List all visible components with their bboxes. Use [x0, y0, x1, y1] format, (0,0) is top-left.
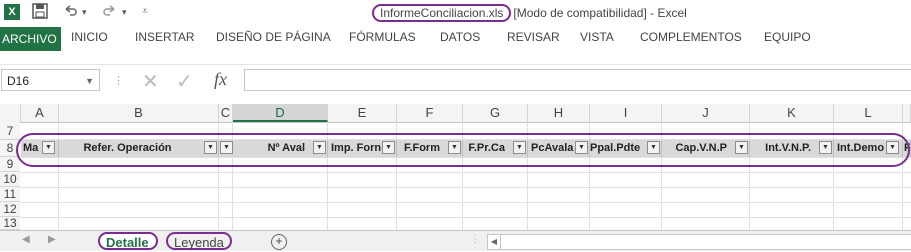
column-header[interactable]: K — [750, 104, 834, 122]
column-header[interactable]: F — [397, 104, 463, 122]
tab-archivo[interactable]: ARCHIVO — [0, 27, 61, 51]
filter-dropdown-icon[interactable]: ▼ — [204, 141, 217, 154]
grid-line — [21, 157, 911, 158]
window-title: InformeConciliacion.xls [Modo de compatib… — [372, 4, 687, 22]
filter-dropdown-icon[interactable]: ▼ — [513, 141, 526, 154]
filter-dropdown-icon[interactable]: ▼ — [42, 141, 55, 154]
filter-dropdown-icon[interactable]: ▼ — [220, 141, 233, 154]
title-bar: X ▾ ▾ ⩡ InformeConciliacion.xls [Modo de … — [0, 0, 911, 25]
chevron-down-icon[interactable]: ▼ — [85, 70, 94, 92]
filter-dropdown-icon[interactable]: ▼ — [819, 141, 832, 154]
scroll-left-icon[interactable]: ◀ — [22, 234, 30, 245]
row-header[interactable]: 9 — [0, 157, 20, 172]
tab-datos[interactable]: DATOS — [440, 30, 480, 44]
column-header[interactable]: I — [590, 104, 662, 122]
tab-equipo[interactable]: EQUIPO — [764, 30, 811, 44]
grid-line — [21, 187, 911, 188]
tab-inicio[interactable]: INICIO — [71, 30, 108, 44]
redo-dropdown-icon[interactable]: ▾ — [122, 3, 127, 21]
filter-dropdown-icon[interactable]: ▼ — [313, 141, 326, 154]
column-header[interactable]: A — [21, 104, 59, 122]
filter-dropdown-icon[interactable]: ▼ — [735, 141, 748, 154]
add-sheet-button[interactable]: + — [271, 234, 287, 250]
tab-vista[interactable]: VISTA — [580, 30, 614, 44]
cancel-icon[interactable]: ✕ — [142, 69, 159, 94]
undo-dropdown-icon[interactable]: ▾ — [82, 3, 87, 21]
tab-complementos[interactable]: COMPLEMENTOS — [640, 30, 742, 44]
header-cell[interactable]: F — [903, 140, 911, 157]
sheet-tab-bar: ◀ ▶ Detalle Leyenda + ⋮ ◀ — [0, 230, 911, 251]
resize-handle-icon[interactable]: ⋮ — [113, 74, 124, 87]
tab-insertar[interactable]: INSERTAR — [135, 30, 195, 44]
redo-icon[interactable] — [102, 3, 118, 21]
filter-dropdown-icon[interactable]: ▼ — [448, 141, 461, 154]
formula-input[interactable] — [244, 69, 911, 91]
column-header[interactable] — [903, 104, 911, 122]
title-suffix: [Modo de compatibilidad] - Excel — [513, 6, 687, 20]
filter-dropdown-icon[interactable]: ▼ — [647, 141, 660, 154]
name-box-value: D16 — [7, 74, 30, 88]
row-header[interactable]: 13 — [0, 217, 20, 230]
header-cell[interactable]: Refer. Operación — [59, 140, 219, 157]
customize-icon[interactable]: ⩡ — [142, 3, 148, 21]
undo-icon[interactable] — [62, 3, 78, 21]
row-header[interactable]: 12 — [0, 202, 20, 217]
row-header[interactable]: 8 — [0, 140, 20, 157]
column-header[interactable]: B — [59, 104, 219, 122]
column-header[interactable]: E — [328, 104, 397, 122]
insert-function-icon[interactable]: fx — [214, 69, 227, 90]
column-header[interactable]: G — [463, 104, 528, 122]
tab-revisar[interactable]: REVISAR — [507, 30, 560, 44]
grid-line — [21, 172, 911, 173]
grid-line — [21, 202, 911, 203]
splitter-handle-icon[interactable]: ⋮ — [470, 234, 480, 245]
formula-bar: D16 ▼ ⋮ ✕ ✓ fx — [0, 64, 911, 95]
name-box[interactable]: D16 ▼ — [1, 69, 100, 91]
horizontal-scrollbar[interactable] — [500, 234, 911, 250]
row-header[interactable]: 10 — [0, 172, 20, 187]
filter-dropdown-icon[interactable]: ▼ — [886, 141, 899, 154]
grid-line — [21, 217, 911, 218]
tab-diseno-de-pagina[interactable]: DISEÑO DE PÁGINA — [216, 30, 331, 44]
file-name: InformeConciliacion.xls — [372, 4, 512, 22]
column-header-selected[interactable]: D — [233, 104, 328, 122]
excel-app-icon[interactable]: X — [4, 4, 20, 20]
column-header[interactable]: C — [219, 104, 233, 122]
filter-dropdown-icon[interactable]: ▼ — [575, 141, 588, 154]
save-icon[interactable] — [32, 3, 48, 21]
select-all-corner[interactable] — [0, 104, 21, 122]
column-header[interactable]: L — [834, 104, 903, 122]
enter-icon[interactable]: ✓ — [176, 69, 193, 94]
row-header[interactable]: 7 — [0, 122, 20, 140]
tab-formulas[interactable]: FÓRMULAS — [349, 30, 416, 44]
column-header[interactable]: H — [528, 104, 590, 122]
column-headers: A B C D E F G H I J K L — [0, 104, 911, 123]
column-header[interactable]: J — [662, 104, 750, 122]
scroll-right-icon[interactable]: ▶ — [48, 234, 56, 245]
sheet-tab-detalle[interactable]: Detalle — [98, 232, 158, 250]
cell-grid[interactable] — [21, 122, 911, 230]
filter-dropdown-icon[interactable]: ▼ — [382, 141, 395, 154]
row-header[interactable]: 11 — [0, 187, 20, 202]
sheet-tab-leyenda[interactable]: Leyenda — [166, 232, 232, 250]
ribbon-tabs: ARCHIVO INICIO INSERTAR DISEÑO DE PÁGINA… — [0, 27, 911, 51]
hscroll-left-icon[interactable]: ◀ — [487, 234, 501, 250]
